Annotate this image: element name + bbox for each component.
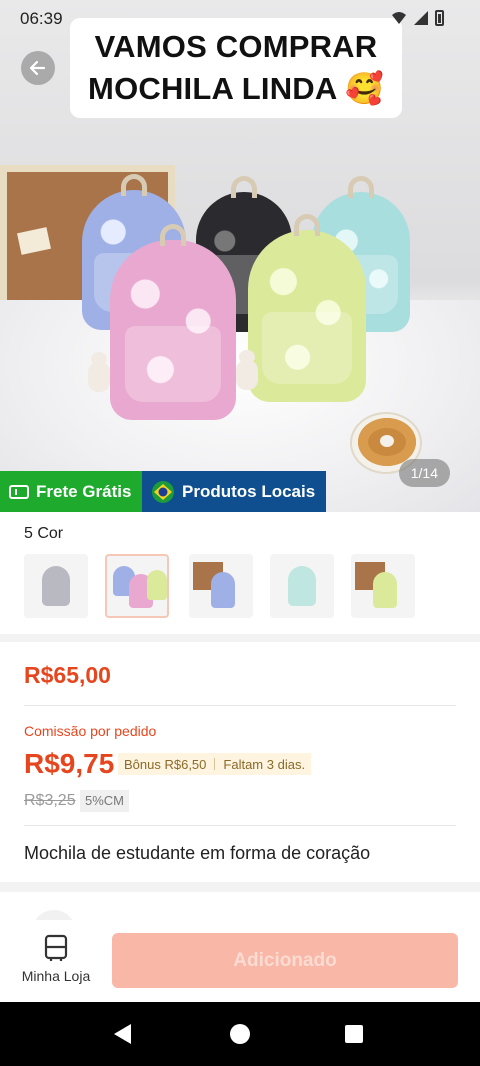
system-nav-bar — [0, 1002, 480, 1066]
bear-charm — [88, 352, 110, 392]
variant-thumb-yellow[interactable] — [351, 554, 415, 618]
product-gallery[interactable]: 06:39 VAMOS COMPRAR MOCHILA LINDA 🥰 1/14… — [0, 0, 480, 512]
product-price: R$65,00 — [24, 662, 111, 688]
bear-charm — [236, 350, 258, 390]
battery-icon — [435, 10, 444, 26]
divider — [24, 705, 456, 706]
bonus-amount: Bônus R$6,50 — [124, 756, 207, 772]
commission-value: R$9,75 — [24, 748, 115, 779]
bottom-action-bar: Minha Loja Adicionado — [0, 920, 480, 1002]
my-store-label: Minha Loja — [21, 968, 91, 984]
my-store-button[interactable]: Minha Loja — [16, 934, 96, 992]
image-counter: 1/14 — [398, 459, 450, 487]
variant-thumb-gray[interactable] — [24, 554, 88, 618]
variant-thumb-pink[interactable] — [105, 554, 169, 618]
old-commission: R$3,25 — [24, 792, 76, 809]
store-icon — [44, 934, 68, 961]
divider — [24, 825, 456, 826]
nav-home-icon[interactable] — [230, 1024, 250, 1044]
backpack-yellow — [248, 214, 366, 402]
local-products-label: Produtos Locais — [182, 481, 316, 501]
free-shipping-badge: Frete Grátis — [0, 471, 142, 512]
free-shipping-label: Frete Grátis — [36, 481, 132, 501]
status-bar: 06:39 — [0, 0, 480, 36]
status-time: 06:39 — [20, 9, 63, 28]
added-button[interactable]: Adicionado — [112, 933, 458, 988]
product-title: Mochila de estudante em forma de coração — [24, 843, 371, 863]
nav-recents-icon[interactable] — [345, 1025, 363, 1043]
local-products-badge: Produtos Locais — [142, 471, 326, 512]
bonus-days-left: Faltam 3 dias. — [223, 756, 306, 772]
variant-selector: 5 Cor — [0, 512, 480, 634]
signal-icon — [414, 11, 428, 25]
arrow-left-icon — [29, 60, 46, 76]
price-card: R$65,00 Comissão por pedido R$9,75 Bônus… — [0, 642, 480, 882]
variant-thumb-blue[interactable] — [189, 554, 253, 618]
variant-thumb-mint[interactable] — [270, 554, 334, 618]
caption-line-2: MOCHILA LINDA 🥰 — [88, 71, 384, 106]
commission-label: Comissão por pedido — [24, 723, 157, 739]
status-icons — [391, 10, 444, 26]
ticket-icon — [9, 484, 29, 500]
board-note — [17, 227, 51, 255]
backpack-pink — [110, 224, 236, 420]
back-button[interactable] — [21, 51, 55, 85]
product-screen: 06:39 VAMOS COMPRAR MOCHILA LINDA 🥰 1/14… — [0, 0, 480, 1066]
brazil-flag-icon — [151, 480, 175, 504]
donut — [358, 418, 416, 466]
wifi-icon — [392, 12, 406, 24]
nav-back-icon[interactable] — [114, 1024, 131, 1044]
variant-count-label: 5 Cor — [24, 525, 64, 542]
bonus-tag: Bônus R$6,50 Faltam 3 dias. — [118, 753, 312, 775]
commission-rate: 5%CM — [80, 790, 130, 812]
